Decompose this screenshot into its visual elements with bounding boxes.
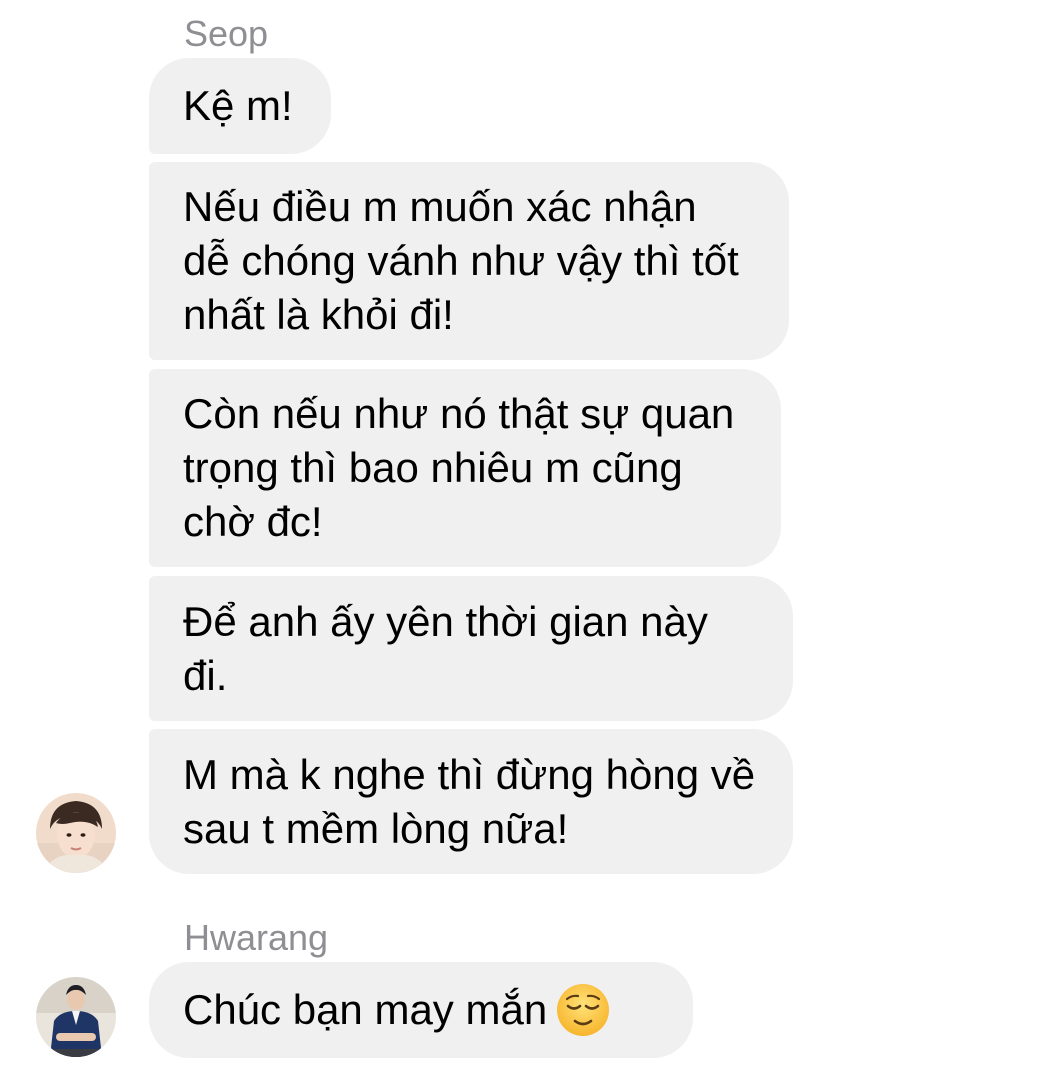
message-bubble[interactable]: Để anh ấy yên thời gian này đi.	[149, 576, 793, 721]
message-text: Chúc bạn may mắn	[183, 986, 548, 1033]
avatar-hwarang[interactable]	[36, 977, 116, 1057]
message-bubble[interactable]: Nếu điều m muốn xác nhận dễ chóng vánh n…	[149, 162, 789, 360]
message-bubble[interactable]: Còn nếu như nó thật sự quan trọng thì ba…	[149, 369, 781, 567]
message-text: M mà k nghe thì đừng hòng về sau t mềm l…	[183, 750, 756, 852]
message-bubble[interactable]: Kệ m!	[149, 58, 331, 154]
message-bubble[interactable]: Chúc bạn may mắn	[149, 962, 693, 1058]
message-bubble[interactable]: M mà k nghe thì đừng hòng về sau t mềm l…	[149, 729, 793, 874]
message-text: Nếu điều m muốn xác nhận dễ chóng vánh n…	[183, 183, 739, 338]
avatar-seop[interactable]	[36, 793, 116, 873]
relieved-face-emoji-icon	[555, 982, 611, 1038]
sender-name-hwarang: Hwarang	[184, 917, 329, 958]
message-text: Để anh ấy yên thời gian này đi.	[183, 597, 708, 699]
sender-name-seop: Seop	[184, 13, 269, 54]
message-text: Kệ m!	[183, 82, 293, 129]
message-text: Còn nếu như nó thật sự quan trọng thì ba…	[183, 390, 735, 545]
